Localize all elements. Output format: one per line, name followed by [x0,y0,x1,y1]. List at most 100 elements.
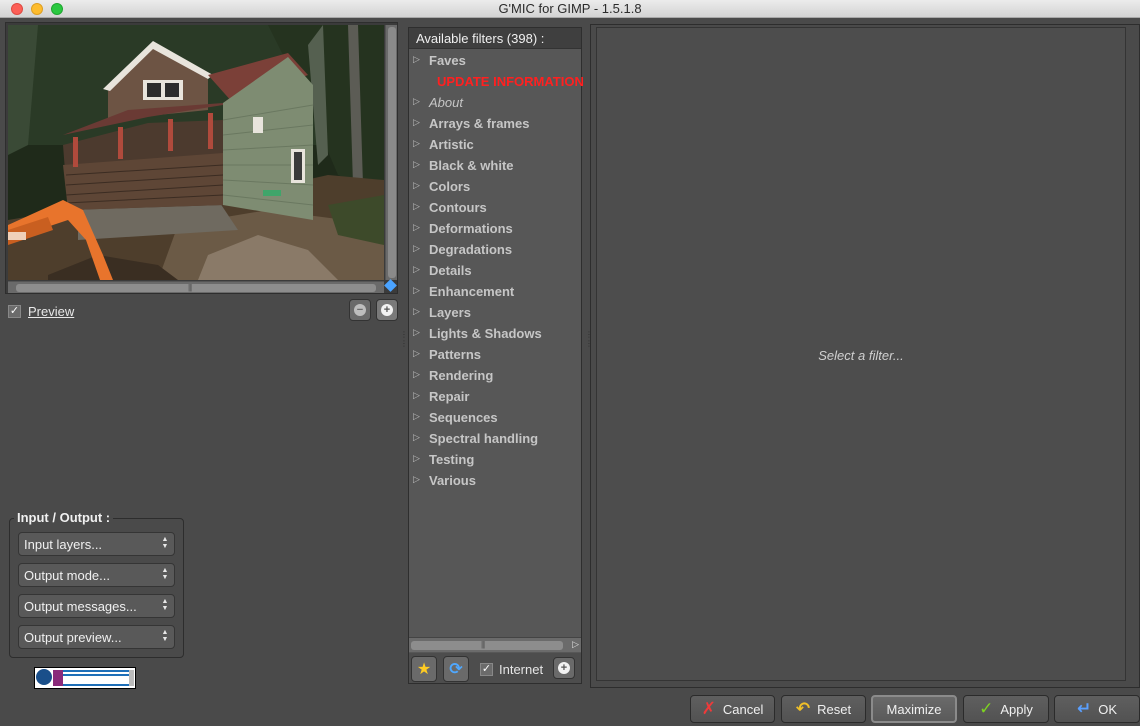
input-output-title: Input / Output : [14,510,114,525]
preview-horizontal-scrollbar[interactable]: ||| [8,281,384,293]
preview-label: Preview [28,303,75,319]
apply-button[interactable]: ✓ Apply [963,695,1049,723]
filters-horizontal-scrollbar[interactable]: ||| ▷ [409,637,581,652]
filter-category-layers[interactable]: ▷ Layers [409,305,581,326]
plus-circle-icon: + [558,662,570,674]
output-mode-select[interactable]: Output mode... ▲ ▼ [18,563,175,587]
maximize-button[interactable]: Maximize [871,695,957,723]
filter-update-information[interactable]: UPDATE INFORMATION [409,74,584,95]
filter-category-artistic[interactable]: ▷ Artistic [409,137,581,158]
refresh-icon: ⟳ [449,661,463,678]
house-photo [8,25,384,280]
scroll-right-icon[interactable]: ▷ [572,639,579,650]
updown-arrows-icon: ▲ ▼ [161,629,169,643]
filter-category-patterns[interactable]: ▷ Patterns [409,347,581,368]
filter-category-sequences[interactable]: ▷ Sequences [409,410,581,431]
expand-triangle-icon: ▷ [413,54,420,64]
expand-triangle-icon: ▷ [413,117,420,127]
filter-category-lights-shadows[interactable]: ▷ Lights & Shadows [409,326,581,347]
filter-category-contours[interactable]: ▷ Contours [409,200,581,221]
ok-button[interactable]: ↵ OK [1054,695,1140,723]
expand-triangle-icon: ▷ [413,369,420,379]
splitter-grip-right[interactable]: ⋮ ⋮ [585,330,593,348]
select-filter-hint: Select a filter... [818,348,904,363]
output-preview-value: Output preview... [24,630,122,645]
expand-triangle-icon: ▷ [413,138,420,148]
expand-triangle-icon: ▷ [413,180,420,190]
internet-checkbox[interactable]: ✓ [480,663,493,676]
add-filter-source-button[interactable]: + [553,657,575,679]
reset-label: Reset [817,701,852,717]
expand-triangle-icon: ▷ [413,348,420,358]
sponsor-logos[interactable] [34,667,136,689]
filter-category-black-white[interactable]: ▷ Black & white [409,158,581,179]
star-icon: ★ [416,661,432,678]
input-layers-value: Input layers... [24,537,103,552]
updown-arrows-icon: ▲ ▼ [161,598,169,612]
expand-triangle-icon: ▷ [413,306,420,316]
cnrs-ensicaen-logo [36,669,134,686]
output-messages-select[interactable]: Output messages... ▲ ▼ [18,594,175,618]
filter-category-repair[interactable]: ▷ Repair [409,389,581,410]
check-icon: ✓ [979,699,994,718]
expand-triangle-icon: ▷ [413,432,420,442]
internet-toggle[interactable]: ✓ Internet [480,662,543,677]
window-title: G'MIC for GIMP - 1.5.1.8 [498,1,642,16]
expand-triangle-icon: ▷ [413,327,420,337]
input-layers-select[interactable]: Input layers... ▲ ▼ [18,532,175,556]
zoom-out-button[interactable]: − [349,299,371,321]
expand-triangle-icon: ▷ [413,474,420,484]
expand-triangle-icon: ▷ [413,243,420,253]
expand-triangle-icon: ▷ [413,222,420,232]
filters-header: Available filters (398) : [409,28,581,49]
filter-category-degradations[interactable]: ▷ Degradations [409,242,581,263]
filter-category-spectral-handling[interactable]: ▷ Spectral handling [409,431,581,452]
splitter-grip-left[interactable]: ⋮ ⋮ [400,330,408,348]
filter-category-deformations[interactable]: ▷ Deformations [409,221,581,242]
add-fave-button[interactable]: ★ [411,656,437,682]
expand-triangle-icon: ▷ [413,201,420,211]
filter-category-rendering[interactable]: ▷ Rendering [409,368,581,389]
filters-panel: Available filters (398) : ▷ Faves UPDATE… [408,27,584,684]
updown-arrows-icon: ▲ ▼ [161,536,169,550]
expand-triangle-icon: ▷ [413,264,420,274]
filter-category-arrays-frames[interactable]: ▷ Arrays & frames [409,116,581,137]
reset-button[interactable]: ↶ Reset [781,695,866,723]
expand-triangle-icon: ▷ [413,411,420,421]
cancel-label: Cancel [722,701,764,717]
cancel-button[interactable]: ✗ Cancel [690,695,775,723]
refresh-filters-button[interactable]: ⟳ [443,656,469,682]
expand-triangle-icon: ▷ [413,96,420,106]
x-icon: ✗ [701,699,716,718]
expand-triangle-icon: ▷ [413,159,420,169]
apply-label: Apply [1000,701,1033,717]
output-preview-select[interactable]: Output preview... ▲ ▼ [18,625,175,649]
enter-arrow-icon: ↵ [1076,699,1092,718]
maximize-label: Maximize [886,701,942,717]
filter-category-various[interactable]: ▷ Various [409,473,581,494]
title-bar: G'MIC for GIMP - 1.5.1.8 [0,0,1140,18]
undo-icon: ↶ [795,699,811,718]
output-messages-value: Output messages... [24,599,137,614]
filter-category-enhancement[interactable]: ▷ Enhancement [409,284,581,305]
ok-label: OK [1098,701,1118,717]
filter-category-about[interactable]: ▷ About [409,95,581,116]
filter-category-details[interactable]: ▷ Details [409,263,581,284]
filter-category-testing[interactable]: ▷ Testing [409,452,581,473]
filter-category-colors[interactable]: ▷ Colors [409,179,581,200]
expand-triangle-icon: ▷ [413,285,420,295]
plus-circle-icon: + [381,304,393,316]
parameters-panel: Select a filter... [596,27,1126,681]
expand-triangle-icon: ▷ [413,390,420,400]
updown-arrows-icon: ▲ ▼ [161,567,169,581]
filter-category-faves[interactable]: ▷ Faves [409,53,581,74]
expand-triangle-icon: ▷ [413,453,420,463]
preview-vertical-scrollbar[interactable] [385,25,397,280]
preview-checkbox[interactable]: ✓ [8,304,21,318]
internet-label: Internet [499,662,544,677]
preview-toggle[interactable]: ✓ Preview [8,302,74,320]
zoom-in-button[interactable]: + [376,299,398,321]
preview-frame: ||| [5,22,398,294]
preview-image[interactable] [8,25,384,280]
output-mode-value: Output mode... [24,568,110,583]
